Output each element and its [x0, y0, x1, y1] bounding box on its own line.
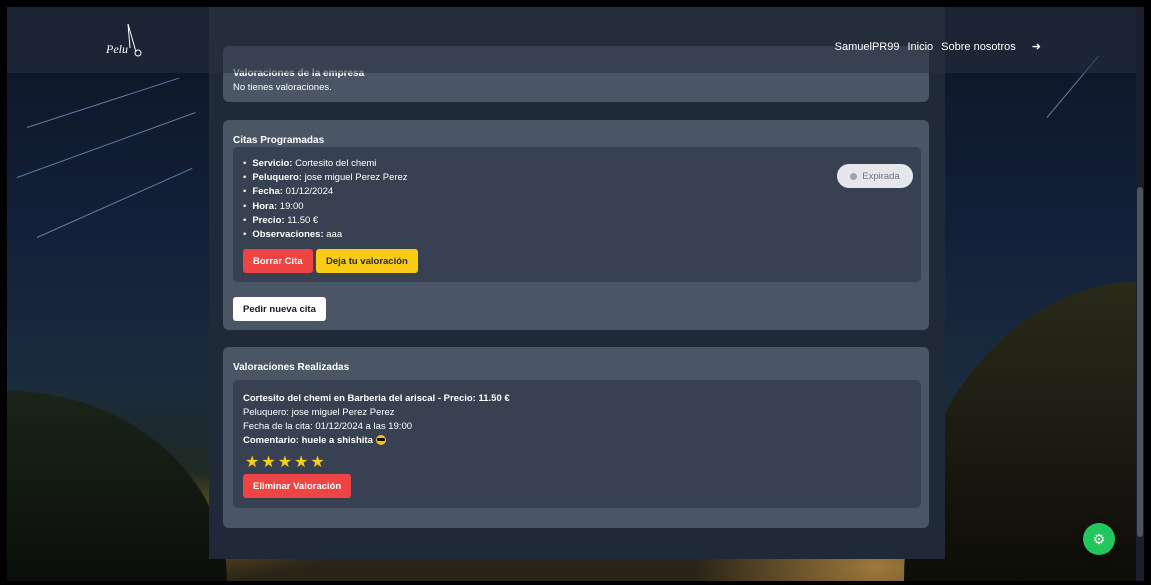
review-headline: Cortesito del chemi en Barberia del aris… — [243, 393, 510, 404]
new-appointment-button[interactable]: Pedir nueva cita — [233, 297, 326, 321]
main-container: Valoraciones de la empresa No tienes val… — [209, 7, 945, 559]
review-comment-row: Comentario: huele a shishita — [243, 435, 386, 446]
nav-links: SamuelPR99 Inicio Sobre nosotros ➜ — [835, 40, 1041, 54]
settings-fab-button[interactable]: ⚙ — [1083, 523, 1115, 555]
gear-icon: ⚙ — [1092, 530, 1106, 547]
hill-left — [7, 391, 227, 581]
review-date: Fecha de la cita: 01/12/2024 a las 19:00 — [243, 421, 413, 432]
reviews-done-title: Valoraciones Realizadas — [233, 362, 350, 373]
logo[interactable]: Pelu — [106, 20, 152, 60]
appointment-service: Servicio: Cortesito del chemi — [243, 157, 408, 171]
status-badge-label: Expirada — [862, 170, 900, 182]
appointment-details: Servicio: Cortesito del chemi Peluquero:… — [243, 157, 408, 242]
logout-icon[interactable]: ➜ — [1032, 40, 1041, 53]
nav-about-link[interactable]: Sobre nosotros — [941, 41, 1016, 53]
review-item: Cortesito del chemi en Barberia del aris… — [233, 380, 921, 508]
review-comment: Comentario: huele a shishita — [243, 435, 373, 446]
status-badge: Expirada — [837, 164, 913, 188]
appointment-item: Servicio: Cortesito del chemi Peluquero:… — [233, 147, 921, 282]
status-dot-icon — [850, 172, 858, 180]
reviews-done-card: Valoraciones Realizadas Cortesito del ch… — [223, 347, 929, 528]
star-trail — [26, 77, 180, 128]
scrollbar-thumb[interactable] — [1137, 187, 1143, 537]
appointment-barber: Peluquero: jose miguel Perez Perez — [243, 171, 407, 185]
appointment-time: Hora: 19:00 — [243, 200, 408, 214]
navbar: Pelu SamuelPR99 Inicio Sobre nosotros ➜ — [7, 7, 1144, 73]
appointments-title: Citas Programadas — [233, 135, 325, 146]
browser-viewport: Valoraciones de la empresa No tienes val… — [7, 7, 1144, 581]
leave-review-button[interactable]: Deja tu valoración — [316, 249, 418, 273]
nav-home-link[interactable]: Inicio — [907, 41, 933, 53]
scrollbar[interactable] — [1136, 7, 1144, 581]
company-reviews-empty: No tienes valoraciones. — [233, 82, 332, 93]
star-trail — [36, 167, 193, 238]
nav-username[interactable]: SamuelPR99 — [835, 41, 900, 53]
review-barber: Peluquero: jose miguel Perez Perez — [243, 407, 395, 418]
delete-appointment-button[interactable]: Borrar Cita — [243, 249, 313, 273]
sunglasses-emoji-icon — [375, 435, 386, 446]
appointment-date: Fecha: 01/12/2024 — [243, 185, 408, 199]
rating-stars: ★★★★★ — [245, 454, 327, 471]
appointment-price: Precio: 11.50 € — [243, 214, 408, 228]
appointments-card: Citas Programadas Servicio: Cortesito de… — [223, 120, 929, 330]
delete-review-button[interactable]: Eliminar Valoración — [243, 474, 352, 498]
logo-text: Pelu — [106, 42, 128, 56]
appointment-notes: Observaciones: aaa — [243, 228, 408, 242]
